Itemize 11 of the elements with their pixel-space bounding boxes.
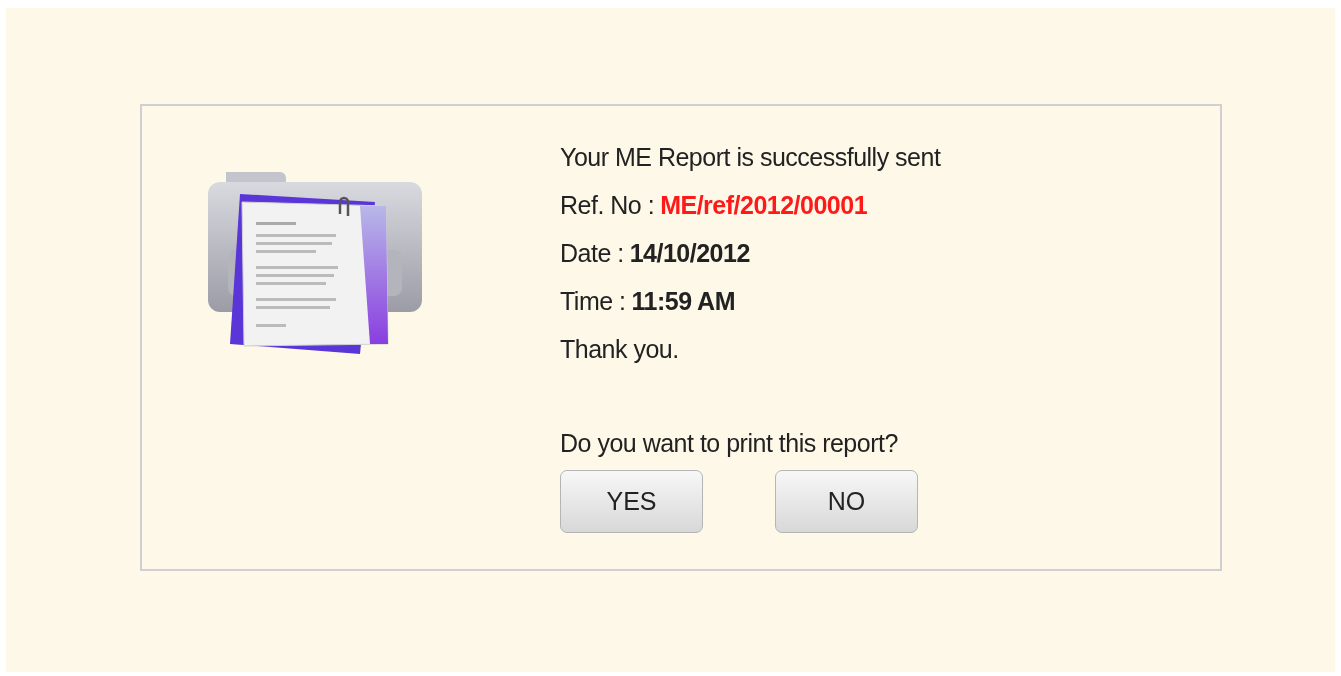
no-button[interactable]: NO <box>775 470 918 533</box>
field-value: ME/ref/2012/00001 <box>660 191 868 219</box>
field-label: Date : <box>560 239 624 267</box>
field-value: 14/10/2012 <box>629 239 750 267</box>
success-message: Your ME Report is successfully sent <box>560 142 941 173</box>
field-value: 11:59 AM <box>631 287 735 315</box>
field-label: Time : <box>560 287 626 315</box>
thank-you-message: Thank you. <box>560 334 680 365</box>
field-label: Ref. No : <box>560 191 655 219</box>
yes-button[interactable]: YES <box>560 470 703 533</box>
print-question: Do you want to print this report? <box>560 428 899 459</box>
